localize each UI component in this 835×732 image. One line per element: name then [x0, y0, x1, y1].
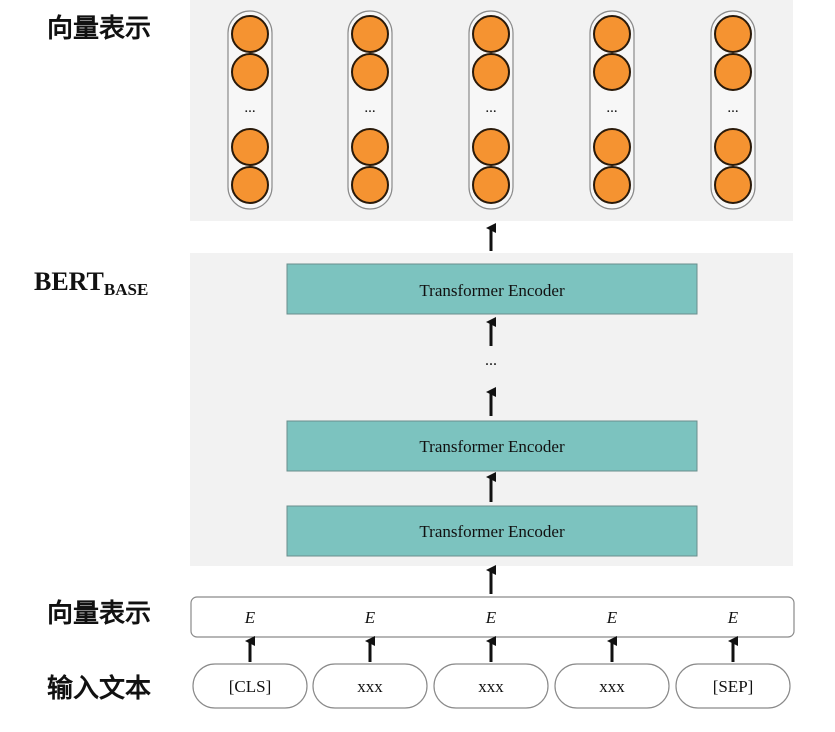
encoder-bottom-label: Transformer Encoder: [419, 522, 565, 541]
vector-node: [351, 53, 389, 91]
vector-node: [472, 15, 510, 53]
token-arrows: [245, 636, 738, 662]
input-text-label: 输入文本: [47, 673, 151, 704]
vector-ellipsis: ...: [244, 100, 255, 116]
vector-node: [231, 53, 269, 91]
vector-node: [714, 15, 752, 53]
bert-diagram: 向量表示 BERTBASE 向量表示 输入文本 ............... …: [34, 0, 795, 709]
bert-label-subscript: BASE: [104, 280, 148, 299]
vector-node: [714, 53, 752, 91]
vector-node: [714, 128, 752, 166]
vector-node: [351, 128, 389, 166]
embedding-letter: E: [606, 608, 618, 627]
embedding-letter: E: [485, 608, 497, 627]
vector-node: [472, 128, 510, 166]
bert-label: BERTBASE: [34, 267, 148, 299]
vector-node: [351, 15, 389, 53]
encoder-middle-label: Transformer Encoder: [419, 437, 565, 456]
bert-label-main: BERT: [34, 267, 104, 296]
vector-node: [593, 15, 631, 53]
token-label: [CLS]: [229, 677, 272, 696]
encoder-top-label: Transformer Encoder: [419, 281, 565, 300]
vector-node: [472, 166, 510, 204]
vector-node: [593, 166, 631, 204]
token-label: xxx: [357, 677, 383, 696]
vector-node: [231, 15, 269, 53]
vector-node: [714, 166, 752, 204]
vector-node: [472, 53, 510, 91]
token-label: [SEP]: [713, 677, 754, 696]
embedding-letter: E: [727, 608, 739, 627]
vector-node: [593, 53, 631, 91]
vector-ellipsis: ...: [606, 100, 617, 116]
output-vectors-label: 向量表示: [47, 13, 151, 44]
vector-node: [351, 166, 389, 204]
vector-node: [231, 166, 269, 204]
input-vectors-label: 向量表示: [47, 598, 151, 629]
encoder-ellipsis: ...: [485, 352, 497, 369]
embedding-letter: E: [364, 608, 376, 627]
vector-ellipsis: ...: [727, 100, 738, 116]
vector-node: [593, 128, 631, 166]
input-tokens: [CLS] xxx xxx xxx [SEP]: [192, 663, 791, 709]
vector-node: [231, 128, 269, 166]
embedding-letter: E: [244, 608, 256, 627]
vector-ellipsis: ...: [364, 100, 375, 116]
vector-ellipsis: ...: [485, 100, 496, 116]
token-label: xxx: [599, 677, 625, 696]
token-label: xxx: [478, 677, 504, 696]
